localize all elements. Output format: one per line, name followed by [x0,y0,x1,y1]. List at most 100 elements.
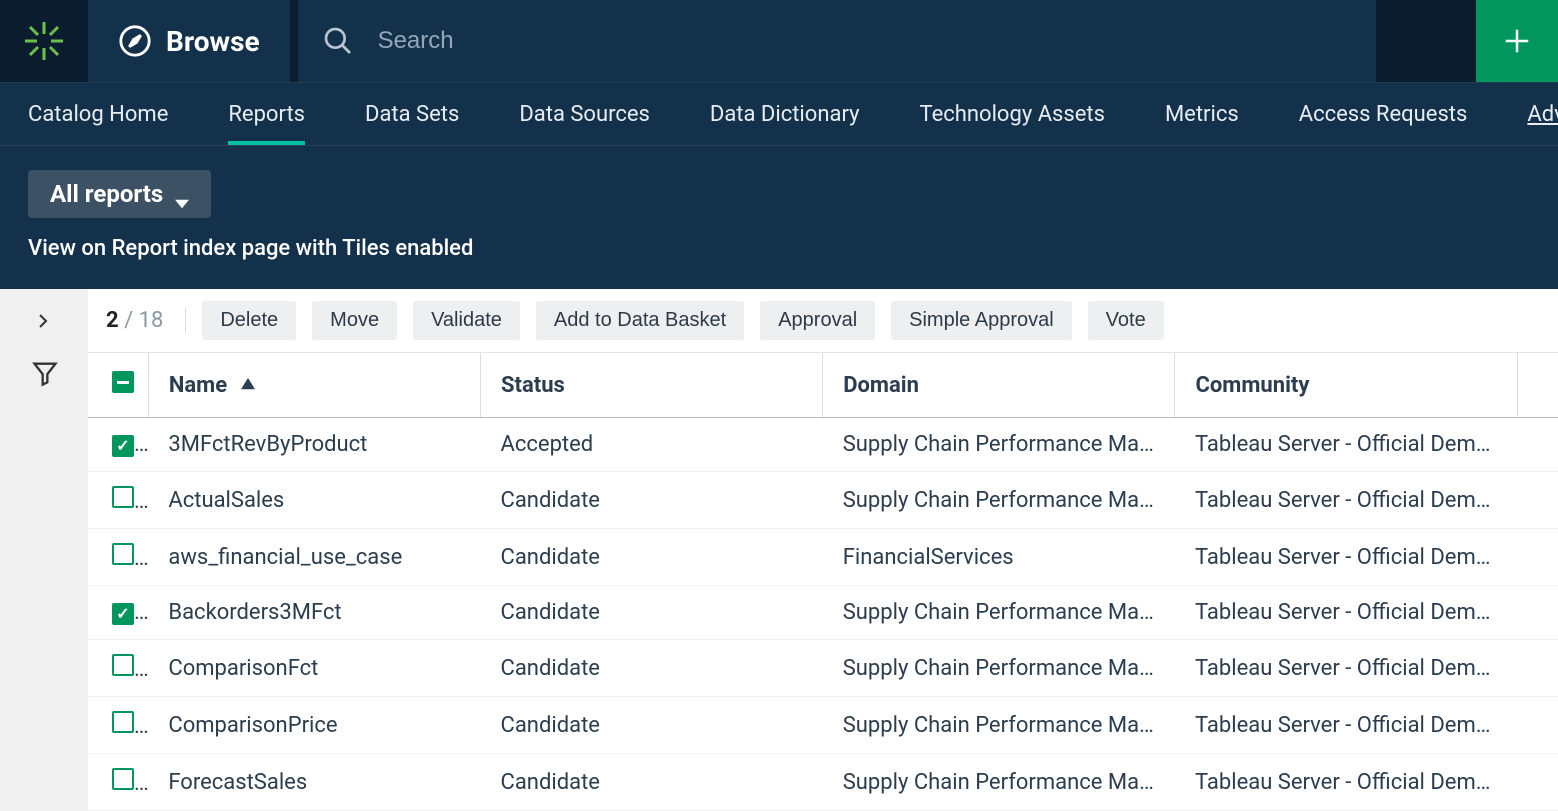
reports-table: Name Status Domain Community 3MFctRevByP… [88,353,1558,811]
cell-name: ComparisonFct [148,640,480,697]
row-checkbox[interactable] [112,435,134,457]
count-total: 18 [139,308,164,333]
nav-tab-data-sources[interactable]: Data Sources [519,83,650,145]
column-community-label: Community [1195,373,1309,398]
cell-end [1517,418,1558,472]
column-domain-label: Domain [843,373,919,398]
table-row[interactable]: ComparisonFctCandidateSupply Chain Perfo… [88,640,1558,697]
table-row[interactable]: ActualSalesCandidateSupply Chain Perform… [88,472,1558,529]
column-domain[interactable]: Domain [823,353,1175,418]
topbar-spacer [1376,0,1476,82]
table-row[interactable]: Backorders3MFctCandidateSupply Chain Per… [88,586,1558,640]
actions-holder: Delete Move Validate Add to Data Basket Appr… [202,301,1163,340]
row-checkbox[interactable] [112,654,134,676]
count-selected: 2 [106,308,119,333]
nav-tab-data-dictionary[interactable]: Data Dictionary [710,83,860,145]
plus-icon [1502,26,1532,56]
approval-button[interactable]: Approval [760,301,875,340]
row-checkbox[interactable] [112,711,134,733]
cell-community: Tableau Server - Official Demo... [1175,640,1517,697]
cell-domain: Supply Chain Performance Ma... [823,418,1175,472]
table-row[interactable]: ForecastSalesCandidateSupply Chain Perfo… [88,754,1558,811]
select-all-checkbox[interactable] [112,371,134,393]
top-bar: Browse [0,0,1558,82]
cell-status: Candidate [481,754,823,811]
all-reports-label: All reports [50,180,163,208]
cell-name: aws_financial_use_case [148,529,480,586]
sort-asc-icon [241,373,255,398]
filter-icon[interactable] [31,359,57,385]
cell-end [1517,640,1558,697]
cell-name: ComparisonPrice [148,697,480,754]
cell-domain: Supply Chain Performance Ma... [823,697,1175,754]
cell-status: Candidate [481,586,823,640]
left-rail [0,289,88,811]
cell-end [1517,754,1558,811]
subheader-note: View on Report index page with Tiles ena… [28,236,1530,261]
nav-tab-metrics[interactable]: Metrics [1165,83,1239,145]
content-panel: 2 / 18 Delete Move Validate Add to Data Bas… [88,289,1558,811]
table-row[interactable]: 3MFctRevByProductAcceptedSupply Chain Pe… [88,418,1558,472]
cell-name: 3MFctRevByProduct [148,418,480,472]
row-checkbox[interactable] [112,768,134,790]
column-name[interactable]: Name [148,353,480,418]
sub-header: All reports View on Report index page wi… [0,146,1558,289]
nav-tabs: Catalog Home Reports Data Sets Data Sources… [0,82,1558,146]
browse-title: Browse [166,25,260,58]
table-row[interactable]: ComparisonPriceCandidateSupply Chain Per… [88,697,1558,754]
delete-button[interactable]: Delete [202,301,296,340]
cell-end [1517,472,1558,529]
column-name-label: Name [169,373,227,398]
nav-tab-reports[interactable]: Reports [228,83,305,145]
column-status[interactable]: Status [481,353,823,418]
caret-down-icon [175,187,189,201]
nav-tab-catalog-home[interactable]: Catalog Home [28,83,168,145]
row-checkbox[interactable] [112,543,134,565]
expand-rail-icon[interactable] [31,309,57,335]
selection-count: 2 / 18 [106,308,186,333]
cell-domain: Supply Chain Performance Ma... [823,586,1175,640]
cell-status: Candidate [481,529,823,586]
cell-status: Candidate [481,640,823,697]
vote-button[interactable]: Vote [1088,301,1164,340]
create-button[interactable] [1476,0,1558,82]
cell-community: Tableau Server - Official Demo... [1175,697,1517,754]
table-header-row: Name Status Domain Community [88,353,1558,418]
simple-approval-button[interactable]: Simple Approval [891,301,1072,340]
cell-community: Tableau Server - Official Demo... [1175,754,1517,811]
search-bar[interactable] [298,0,1376,82]
column-community[interactable]: Community [1175,353,1517,418]
row-checkbox[interactable] [112,603,134,625]
move-button[interactable]: Move [312,301,397,340]
app-logo[interactable] [0,0,88,82]
cell-end [1517,586,1558,640]
table-body: 3MFctRevByProductAcceptedSupply Chain Pe… [88,418,1558,811]
cell-domain: FinancialServices [823,529,1175,586]
cell-community: Tableau Server - Official Demo... [1175,418,1517,472]
cell-status: Candidate [481,697,823,754]
row-checkbox[interactable] [112,486,134,508]
search-input[interactable] [378,27,1352,55]
search-icon [322,25,354,57]
cell-name: ForecastSales [148,754,480,811]
nav-tab-access-requests[interactable]: Access Requests [1299,83,1468,145]
compass-icon [118,24,152,58]
browse-nav[interactable]: Browse [88,0,290,82]
table-row[interactable]: aws_financial_use_caseCandidateFinancial… [88,529,1558,586]
cell-status: Accepted [481,418,823,472]
header-checkbox-cell [88,353,148,418]
add-to-data-basket-button[interactable]: Add to Data Basket [536,301,744,340]
cell-status: Candidate [481,472,823,529]
nav-tab-technology-assets[interactable]: Technology Assets [920,83,1105,145]
nav-tab-advan[interactable]: Advan [1527,83,1558,145]
action-toolbar: 2 / 18 Delete Move Validate Add to Data Bas… [88,289,1558,353]
cell-end [1517,697,1558,754]
cell-end [1517,529,1558,586]
validate-button[interactable]: Validate [413,301,520,340]
column-end [1517,353,1558,418]
cell-domain: Supply Chain Performance Ma... [823,754,1175,811]
nav-tab-data-sets[interactable]: Data Sets [365,83,459,145]
cell-name: Backorders3MFct [148,586,480,640]
cell-name: ActualSales [148,472,480,529]
all-reports-dropdown[interactable]: All reports [28,170,211,218]
